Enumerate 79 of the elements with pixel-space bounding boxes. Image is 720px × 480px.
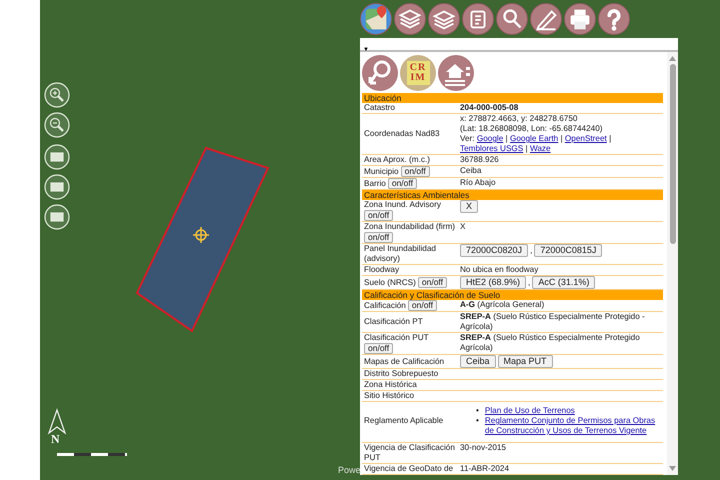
attribution-text: Powe xyxy=(338,465,361,475)
scroll-down-icon[interactable] xyxy=(669,466,676,471)
section-header: Ubicación xyxy=(362,93,663,103)
field-label: Zona Inund. Advisory xyxy=(364,200,441,210)
field-label: Zona Histórica xyxy=(364,380,417,390)
separator-text: | xyxy=(609,134,612,143)
field-label: Panel Inundabilidad (advisory) xyxy=(364,244,437,264)
field-value: A-G (Agrícola General) xyxy=(460,300,544,309)
separator-text: | xyxy=(526,144,528,153)
field-label: Vigencia de Clasificación PUT xyxy=(364,443,456,463)
regulation-link[interactable]: Plan de Uso de Terrenos xyxy=(484,406,575,416)
field-label: Distrito Sobrepuesto xyxy=(364,369,438,379)
map-link[interactable]: Waze xyxy=(530,144,551,153)
field-label: Barrio xyxy=(364,178,386,188)
map-link[interactable]: OpenStreet xyxy=(564,134,607,143)
see-label: Ver: xyxy=(460,134,475,143)
bullet-text: • xyxy=(476,416,479,427)
field-label: Clasificación PUT xyxy=(364,333,429,343)
section-header: Características Ambientales xyxy=(362,190,663,200)
map-link[interactable]: Temblores USGS xyxy=(460,144,524,153)
toggle-button[interactable]: on/off xyxy=(364,210,394,221)
flood-button[interactable] xyxy=(438,55,474,91)
separator-text: | xyxy=(560,134,563,143)
field-label: Suelo (NRCS) xyxy=(364,278,416,288)
bullet-text: • xyxy=(476,406,479,416)
field-label: Mapas de Calificación xyxy=(364,356,444,366)
value-button[interactable]: AcC (31.1%) xyxy=(532,276,596,289)
toggle-button[interactable]: on/off xyxy=(408,300,437,311)
toggle-button[interactable]: on/off xyxy=(400,166,430,177)
toggle-button[interactable]: on/off xyxy=(364,232,394,243)
field-label: Coordenadas Nad83 xyxy=(364,129,440,139)
field-value: 30-nov-2015 xyxy=(460,443,506,452)
field-label: Municipio xyxy=(364,166,399,176)
field-value: No ubica en floodway xyxy=(460,265,538,274)
toggle-button[interactable]: on/off xyxy=(388,178,417,189)
separator-text: | xyxy=(506,134,508,143)
north-label: N xyxy=(51,432,60,447)
scale-bar xyxy=(57,453,127,456)
share-button[interactable] xyxy=(362,55,398,91)
scrollbar[interactable] xyxy=(667,52,678,475)
zoom-out-icon[interactable] xyxy=(44,112,70,138)
field-value: 11-ABR-2024 xyxy=(460,464,510,473)
value-button[interactable]: Mapa PUT xyxy=(498,355,553,368)
value-button[interactable]: 72000C0815J xyxy=(534,244,602,257)
field-value: Río Abajo xyxy=(460,178,496,187)
field-value: Ceiba xyxy=(460,166,482,175)
map-link[interactable]: Google Earth xyxy=(510,134,558,143)
field-label: Area Aprox. (m.c.) xyxy=(364,155,430,165)
field-label: Sitio Histórico xyxy=(364,391,414,401)
target-icon xyxy=(193,227,209,243)
scroll-up-icon[interactable] xyxy=(669,56,676,61)
field-label: Zona Inundabilidad (firm) xyxy=(364,222,456,232)
field-value: X xyxy=(460,222,466,231)
field-label: Vigencia de GeoDato de xyxy=(364,464,454,474)
field-label: Calificación xyxy=(364,300,406,310)
regulation-link[interactable]: Reglamento Conjunto de Permisos para Obras de Construcción y Usos de Terrenos Vigente xyxy=(484,416,663,436)
value-button[interactable]: Ceiba xyxy=(460,355,496,368)
field-value: SREP-A (Suelo Rústico Especialmente Protegido - Agrícola) xyxy=(460,312,645,331)
field-value: SREP-A (Suelo Rústico Especialmente Protegido Agrícola) xyxy=(460,333,640,352)
section-header: Calificación y Clasificación de Suelo xyxy=(362,290,663,300)
value-button[interactable]: 72000C0820J xyxy=(460,244,528,257)
field-value: 204-000-005-08 xyxy=(460,103,518,112)
value-button[interactable]: HtE2 (68.9%) xyxy=(460,276,526,289)
north-arrow-icon xyxy=(48,408,66,435)
map-link[interactable]: Google xyxy=(476,134,504,143)
toggle-button[interactable]: on/off xyxy=(364,343,394,354)
zoom-in-icon[interactable] xyxy=(44,82,70,108)
field-label: Floodway xyxy=(364,265,400,275)
separator-text: , xyxy=(528,278,530,288)
field-label: Catastro xyxy=(364,103,395,113)
field-label: Reglamento Aplicable xyxy=(364,416,444,426)
crim-logo-button[interactable]: CRIM xyxy=(400,55,436,91)
toggle-button[interactable]: on/off xyxy=(418,277,447,288)
value-button[interactable]: X xyxy=(460,200,478,213)
field-label: Clasificación PT xyxy=(364,317,423,327)
coordinate-text: x: 278872.4663, y: 248278.6750 xyxy=(460,114,578,124)
coordinate-text: (Lat: 18.26808098, Lon: -65.68744240) xyxy=(460,124,604,134)
field-value: 36788.926 xyxy=(460,155,499,164)
separator-text: , xyxy=(530,246,532,256)
